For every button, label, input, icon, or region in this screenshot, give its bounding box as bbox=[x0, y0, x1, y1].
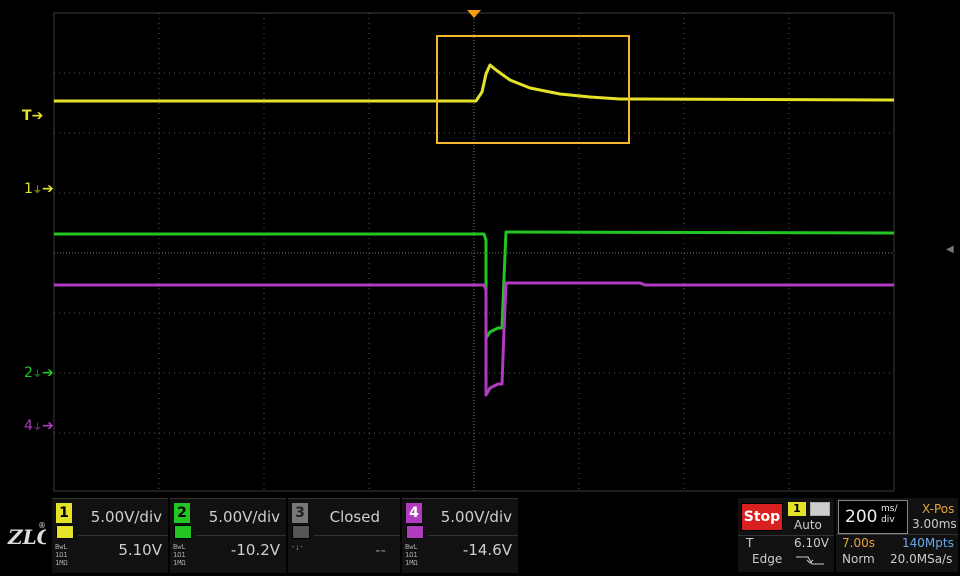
collapse-arrow-icon[interactable]: ◀ bbox=[946, 244, 954, 255]
ch1-number: 1 bbox=[56, 503, 72, 523]
acquisition-time: 7.00s bbox=[842, 536, 875, 550]
ch2-offset[interactable]: -10.2V bbox=[231, 541, 280, 559]
dc-coupling-icon bbox=[810, 502, 830, 516]
ch2-volts-per-div[interactable]: 5.00V/div bbox=[209, 508, 280, 526]
ch4-marker-label: 4 bbox=[24, 418, 33, 434]
coupling-icon bbox=[292, 525, 310, 539]
channel-2-panel[interactable]: 2 BwL 1Ω1 1MΩ 5.00V/div -10.2V bbox=[170, 498, 286, 573]
trigger-level-value[interactable]: 6.10V bbox=[794, 536, 829, 550]
waveform-display bbox=[53, 10, 895, 492]
channel-1-panel[interactable]: 1 BwL 1Ω1 1MΩ 5.00V/div 5.10V bbox=[52, 498, 168, 573]
dc-coupling-icon bbox=[56, 525, 74, 539]
svg-text:®: ® bbox=[38, 521, 46, 530]
ch3-info: -;- bbox=[291, 543, 304, 551]
ch2-marker-label: 2 bbox=[24, 365, 33, 381]
divider bbox=[314, 535, 400, 536]
ch4-offset[interactable]: -14.6V bbox=[463, 541, 512, 559]
divider bbox=[196, 535, 286, 536]
ch4-offset-marker[interactable]: 4⏚➔ bbox=[24, 418, 54, 434]
timebase-unit-top: ms/ bbox=[881, 504, 898, 514]
ch3-status[interactable]: Closed bbox=[330, 508, 380, 526]
divider bbox=[78, 535, 168, 536]
trigger-level-label: T bbox=[22, 108, 32, 124]
dc-coupling-icon bbox=[174, 525, 192, 539]
ch1-offset[interactable]: 5.10V bbox=[118, 541, 162, 559]
xpos-label: X-Pos bbox=[922, 502, 955, 516]
trigger-panel[interactable]: Stop 1 Auto T 6.10V Edge bbox=[738, 498, 834, 572]
timebase-panel[interactable]: 200 ms/ div X-Pos 3.00ms 7.00s 140Mpts N… bbox=[836, 498, 958, 572]
acquisition-mode[interactable]: Norm bbox=[842, 552, 875, 566]
timebase-scale-box[interactable]: 200 ms/ div bbox=[838, 500, 908, 534]
trigger-mode[interactable]: Auto bbox=[794, 518, 822, 532]
oscilloscope-screen: T➔ 1⏚➔ 2⏚➔ 4⏚➔ ◀ bbox=[0, 0, 960, 576]
trigger-level-marker[interactable]: T➔ bbox=[22, 108, 43, 124]
ground-icon: ⏚ bbox=[32, 186, 42, 196]
zlg-logo: ZLG ® bbox=[7, 521, 46, 549]
ch1-volts-per-div[interactable]: 5.00V/div bbox=[91, 508, 162, 526]
falling-edge-icon bbox=[796, 556, 824, 565]
ch4-volts-per-div[interactable]: 5.00V/div bbox=[441, 508, 512, 526]
run-stop-button[interactable]: Stop bbox=[741, 503, 783, 531]
ch3-number: 3 bbox=[292, 503, 308, 523]
channel-4-panel[interactable]: 4 BwL 1Ω1 1MΩ 5.00V/div -14.6V bbox=[402, 498, 518, 573]
channel-3-panel[interactable]: 3 -;- Closed -- bbox=[288, 498, 400, 573]
timebase-scale: 200 bbox=[845, 507, 878, 527]
ch2-offset-marker[interactable]: 2⏚➔ bbox=[24, 365, 54, 381]
xpos-value[interactable]: 3.00ms bbox=[912, 517, 957, 531]
memory-depth[interactable]: 140Mpts bbox=[902, 536, 954, 550]
ground-icon: ⏚ bbox=[32, 423, 42, 433]
dc-coupling-icon bbox=[406, 525, 424, 539]
ch3-offset[interactable]: -- bbox=[375, 541, 386, 559]
ch4-info: BwL 1Ω1 1MΩ bbox=[405, 543, 418, 567]
trigger-source[interactable]: 1 bbox=[788, 502, 806, 516]
ch4-number: 4 bbox=[406, 503, 422, 523]
timebase-unit-bottom: div bbox=[881, 515, 895, 525]
ground-icon: ⏚ bbox=[32, 370, 42, 380]
sample-rate: 20.0MSa/s bbox=[890, 552, 953, 566]
ch1-marker-label: 1 bbox=[24, 181, 33, 197]
trigger-type[interactable]: Edge bbox=[752, 552, 782, 566]
trigger-level-tag: T bbox=[746, 536, 754, 550]
ch2-info: BwL 1Ω1 1MΩ bbox=[173, 543, 186, 567]
ch2-number: 2 bbox=[174, 503, 190, 523]
ch1-info: BwL 1Ω1 1MΩ bbox=[55, 543, 68, 567]
ch1-offset-marker[interactable]: 1⏚➔ bbox=[24, 181, 54, 197]
divider bbox=[428, 535, 518, 536]
divider bbox=[836, 534, 958, 535]
